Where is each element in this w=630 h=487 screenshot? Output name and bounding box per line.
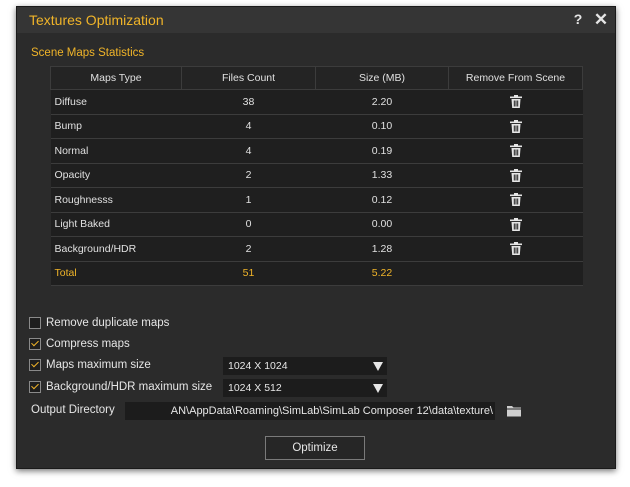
maps-max-size-checkbox[interactable]	[29, 359, 41, 371]
trash-icon[interactable]	[509, 144, 522, 158]
cell-type: Background/HDR	[50, 236, 182, 262]
total-size: 5.22	[315, 261, 449, 286]
cell-remove	[448, 187, 583, 213]
total-remove-empty	[448, 261, 583, 286]
maps-max-size-option[interactable]: Maps maximum size	[29, 357, 151, 373]
maps-statistics-table: Maps Type Files Count Size (MB) Remove F…	[50, 66, 583, 286]
remove-duplicates-checkbox[interactable]	[29, 317, 41, 329]
table-row: Background/HDR 2 1.28	[50, 236, 583, 262]
compress-maps-option[interactable]: Compress maps	[29, 336, 130, 352]
dialog-title: Textures Optimization	[29, 12, 164, 28]
header-maps-type: Maps Type	[50, 66, 182, 90]
section-title: Scene Maps Statistics	[31, 47, 145, 59]
table-row: Opacity 2 1.33	[50, 163, 583, 188]
title-bar: Textures Optimization ? ✕	[17, 7, 615, 33]
total-count: 51	[181, 261, 316, 286]
table-header-row: Maps Type Files Count Size (MB) Remove F…	[50, 66, 583, 90]
cell-size: 0.19	[315, 138, 449, 164]
cell-remove	[448, 114, 583, 139]
table-row: Roughnesss 1 0.12	[50, 187, 583, 213]
close-button[interactable]: ✕	[593, 10, 609, 29]
bg-max-size-value: 1024 X 512	[228, 382, 282, 394]
bg-max-size-label: Background/HDR maximum size	[46, 381, 213, 393]
cell-size: 0.10	[315, 114, 449, 139]
cell-count: 2	[181, 163, 316, 188]
dropdown-arrow-icon	[373, 362, 383, 371]
maps-max-size-value: 1024 X 1024	[228, 360, 288, 372]
total-row: Total 51 5.22	[50, 261, 583, 286]
trash-icon[interactable]	[509, 168, 522, 182]
bg-max-size-checkbox[interactable]	[29, 381, 41, 393]
cell-size: 0.00	[315, 212, 449, 237]
textures-optimization-dialog: Textures Optimization ? ✕ Scene Maps Sta…	[16, 6, 616, 469]
maps-max-size-label: Maps maximum size	[46, 359, 151, 371]
cell-type: Diffuse	[50, 89, 182, 115]
cell-type: Bump	[50, 114, 182, 139]
maps-max-size-select[interactable]: 1024 X 1024	[223, 357, 387, 375]
total-label: Total	[50, 261, 182, 286]
cell-count: 38	[181, 89, 316, 115]
cell-count: 1	[181, 187, 316, 213]
header-files-count: Files Count	[181, 66, 316, 90]
trash-icon[interactable]	[509, 95, 522, 109]
cell-size: 1.33	[315, 163, 449, 188]
cell-count: 4	[181, 114, 316, 139]
cell-remove	[448, 212, 583, 237]
folder-icon[interactable]	[507, 404, 521, 417]
header-size: Size (MB)	[315, 66, 449, 90]
table-row: Light Baked 0 0.00	[50, 212, 583, 237]
remove-duplicates-option[interactable]: Remove duplicate maps	[29, 315, 169, 331]
trash-icon[interactable]	[509, 242, 522, 256]
cell-type: Normal	[50, 138, 182, 164]
help-button[interactable]: ?	[571, 11, 585, 29]
cell-size: 0.12	[315, 187, 449, 213]
cell-size: 2.20	[315, 89, 449, 115]
cell-type: Light Baked	[50, 212, 182, 237]
dropdown-arrow-icon	[373, 384, 383, 393]
bg-max-size-option[interactable]: Background/HDR maximum size	[29, 379, 212, 395]
table-row: Normal 4 0.19	[50, 138, 583, 164]
trash-icon[interactable]	[509, 119, 522, 133]
remove-duplicates-label: Remove duplicate maps	[46, 317, 170, 329]
table-row: Diffuse 38 2.20	[50, 89, 583, 115]
trash-icon[interactable]	[509, 217, 522, 231]
cell-count: 4	[181, 138, 316, 164]
cell-count: 0	[181, 212, 316, 237]
cell-remove	[448, 236, 583, 262]
bg-max-size-select[interactable]: 1024 X 512	[223, 379, 387, 397]
table-row: Bump 4 0.10	[50, 114, 583, 139]
compress-maps-checkbox[interactable]	[29, 338, 41, 350]
cell-remove	[448, 89, 583, 115]
output-directory-path: AN\AppData\Roaming\SimLab\SimLab Compose…	[170, 405, 493, 417]
output-directory-field[interactable]: AN\AppData\Roaming\SimLab\SimLab Compose…	[125, 402, 495, 420]
cell-count: 2	[181, 236, 316, 262]
cell-type: Roughnesss	[50, 187, 182, 213]
compress-maps-label: Compress maps	[46, 338, 130, 350]
cell-type: Opacity	[50, 163, 182, 188]
header-remove: Remove From Scene	[448, 66, 583, 90]
cell-remove	[448, 163, 583, 188]
trash-icon[interactable]	[509, 193, 522, 207]
cell-size: 1.28	[315, 236, 449, 262]
optimize-button[interactable]: Optimize	[265, 436, 365, 460]
output-directory-label: Output Directory	[31, 404, 115, 416]
cell-remove	[448, 138, 583, 164]
